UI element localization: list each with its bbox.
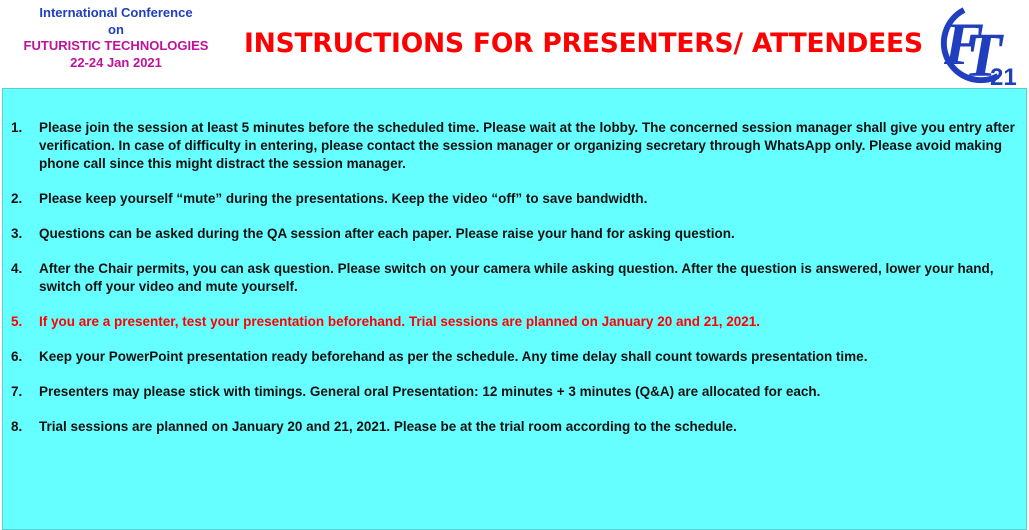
conference-info: International Conference on FUTURISTIC T… — [2, 5, 230, 71]
page-title: INSTRUCTIONS FOR PRESENTERS/ ATTENDEES — [244, 28, 923, 59]
instruction-text: Trial sessions are planned on January 20… — [39, 419, 737, 434]
conference-on: on — [108, 21, 124, 37]
instruction-number: 2. — [11, 191, 23, 206]
instruction-number: 5. — [11, 314, 23, 329]
instruction-text: Please keep yourself “mute” during the p… — [39, 191, 648, 206]
instruction-item: 7. Presenters may please stick with timin… — [11, 383, 1021, 401]
instruction-number: 1. — [11, 120, 23, 135]
instruction-number: 8. — [11, 419, 23, 434]
instruction-text: Presenters may please stick with timings… — [39, 384, 821, 399]
instruction-text: Keep your PowerPoint presentation ready … — [39, 349, 868, 364]
instruction-number: 4. — [11, 261, 23, 276]
header: International Conference on FUTURISTIC T… — [0, 0, 1029, 88]
instruction-item: 1. Please join the session at least 5 min… — [11, 119, 1021, 173]
instruction-text: After the Chair permits, you can ask que… — [39, 261, 994, 294]
instruction-text: If you are a presenter, test your presen… — [39, 314, 761, 329]
instruction-number: 7. — [11, 384, 23, 399]
ft21-logo-icon: F T 21 — [940, 7, 1017, 88]
instruction-item: 4. After the Chair permits, you can ask q… — [11, 260, 1021, 296]
instruction-text: Questions can be asked during the QA ses… — [39, 226, 735, 241]
instruction-number: 3. — [11, 226, 23, 241]
instruction-item: 6. Keep your PowerPoint presentation read… — [11, 348, 1021, 366]
conference-name: International Conference — [39, 5, 193, 20]
instruction-item: 8. Trial sessions are planned on January … — [11, 418, 1021, 436]
instructions-list: 1. Please join the session at least 5 min… — [11, 119, 1021, 453]
instruction-text: Please join the session at least 5 minut… — [39, 120, 1015, 171]
instruction-item: 2. Please keep yourself “mute” during the… — [11, 190, 1021, 208]
instruction-item-highlight: 5. If you are a presenter, test your pres… — [11, 313, 1021, 331]
instructions-panel: 1. Please join the session at least 5 min… — [2, 88, 1027, 530]
instruction-number: 6. — [11, 349, 23, 364]
conference-dates: 22-24 Jan 2021 — [70, 54, 162, 70]
logo-year: 21 — [990, 64, 1017, 88]
conference-topic: FUTURISTIC TECHNOLOGIES — [23, 38, 209, 53]
instruction-item: 3. Questions can be asked during the QA s… — [11, 225, 1021, 243]
